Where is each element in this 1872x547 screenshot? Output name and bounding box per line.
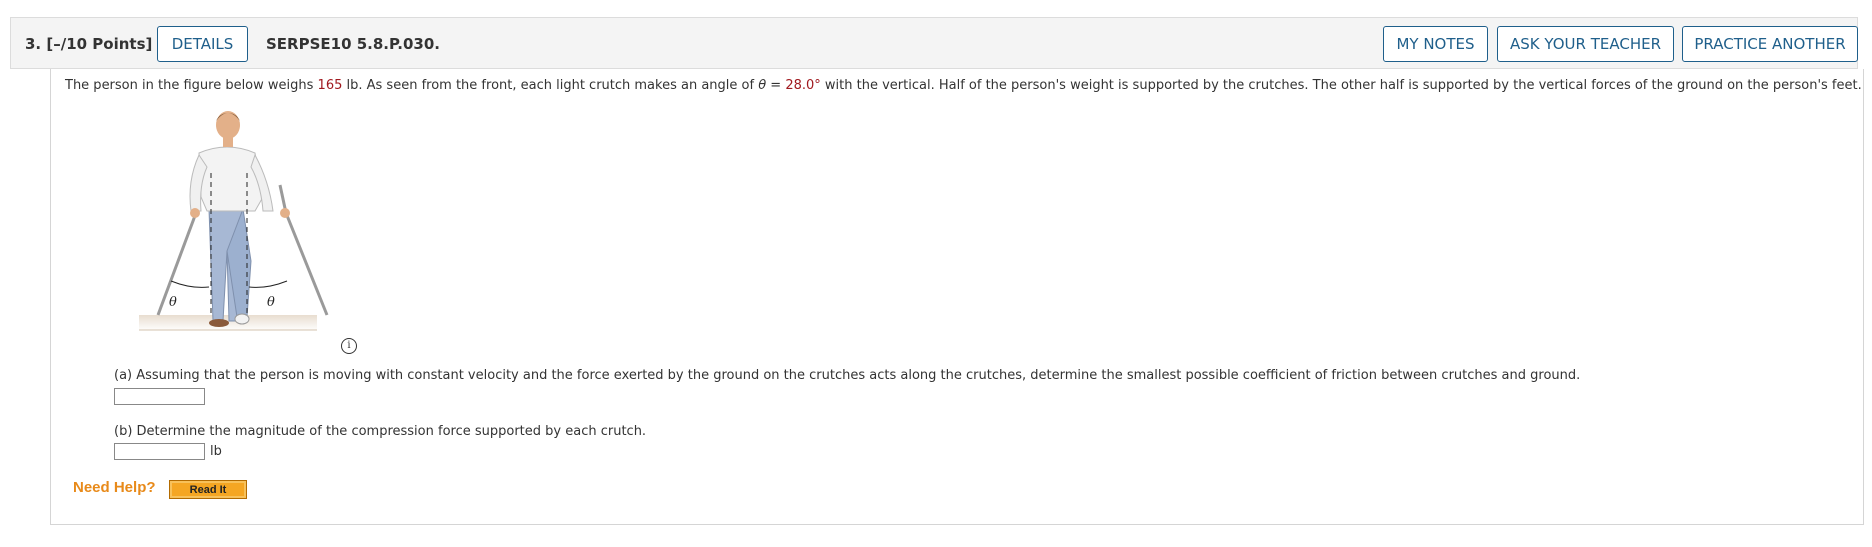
- question-header: 3. [–/10 Points] DETAILS SERPSE10 5.8.P.…: [10, 17, 1858, 69]
- practice-another-button[interactable]: PRACTICE ANOTHER: [1682, 26, 1858, 62]
- part-b-question: (b) Determine the magnitude of the compr…: [114, 424, 647, 439]
- read-it-button[interactable]: Read It: [169, 480, 247, 499]
- angle-value: 28.0°: [785, 78, 821, 93]
- part-b-answer-input[interactable]: [114, 443, 205, 460]
- question-title: 3. [–/10 Points]: [25, 35, 153, 53]
- info-icon[interactable]: i: [341, 338, 357, 354]
- my-notes-button[interactable]: MY NOTES: [1383, 26, 1488, 62]
- ask-teacher-button[interactable]: ASK YOUR TEACHER: [1497, 26, 1674, 62]
- part-b-unit: lb: [210, 444, 222, 459]
- problem-code: SERPSE10 5.8.P.030.: [266, 35, 440, 53]
- theta-right-label: θ: [267, 295, 275, 310]
- details-button[interactable]: DETAILS: [157, 26, 248, 62]
- problem-statement: The person in the figure below weighs 16…: [65, 78, 1862, 93]
- weight-value: 165: [317, 78, 343, 93]
- question-body: The person in the figure below weighs 16…: [50, 69, 1864, 525]
- part-a-question: (a) Assuming that the person is moving w…: [114, 368, 1581, 383]
- part-a-answer-input[interactable]: [114, 388, 205, 405]
- need-help-label: Need Help?: [73, 479, 156, 496]
- theta-left-label: θ: [169, 295, 177, 310]
- crutch-person-figure: θ θ: [139, 111, 329, 331]
